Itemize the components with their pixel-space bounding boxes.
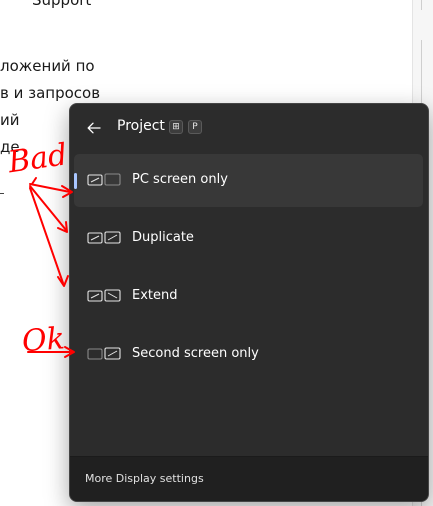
option-label: Extend	[132, 288, 178, 303]
flyout-header: Project ⊞ P	[70, 104, 428, 152]
second-screen-only-icon	[87, 347, 121, 360]
flyout-footer: More Display settings	[70, 456, 428, 501]
option-pc-screen-only[interactable]: PC screen only	[74, 154, 423, 207]
annotation-arrows-bad	[29, 177, 73, 287]
option-extend[interactable]: Extend	[74, 270, 423, 323]
windows-key-icon: ⊞	[169, 120, 183, 134]
p-key-label: P	[188, 120, 202, 134]
scrollbar-track-top	[421, 0, 422, 10]
option-label: Second screen only	[132, 346, 259, 361]
arrow-left-icon	[87, 122, 101, 134]
option-label: PC screen only	[132, 172, 228, 187]
doc-line-4: ий	[0, 111, 20, 129]
flyout-title: Project	[117, 118, 165, 134]
doc-line-2: ложений по	[0, 57, 95, 75]
doc-line-3: в и запросов	[0, 84, 101, 102]
doc-line-5: де	[0, 138, 20, 156]
annotation-ok-label: Ok	[21, 321, 66, 359]
more-display-settings-link[interactable]: More Display settings	[85, 472, 204, 485]
option-second-screen-only[interactable]: Second screen only	[74, 328, 423, 381]
annotation-arrow-ok	[27, 346, 75, 358]
extend-icon	[87, 289, 121, 302]
pc-screen-only-icon	[87, 173, 121, 186]
doc-line-1: Support	[32, 0, 92, 9]
duplicate-icon	[87, 231, 121, 244]
option-duplicate[interactable]: Duplicate	[74, 212, 423, 265]
project-flyout: Project ⊞ P PC screen only Duplicate Ext…	[69, 103, 429, 502]
doc-bullet	[0, 193, 4, 194]
option-label: Duplicate	[132, 230, 194, 245]
back-button[interactable]	[82, 116, 106, 140]
selected-indicator	[74, 173, 77, 189]
